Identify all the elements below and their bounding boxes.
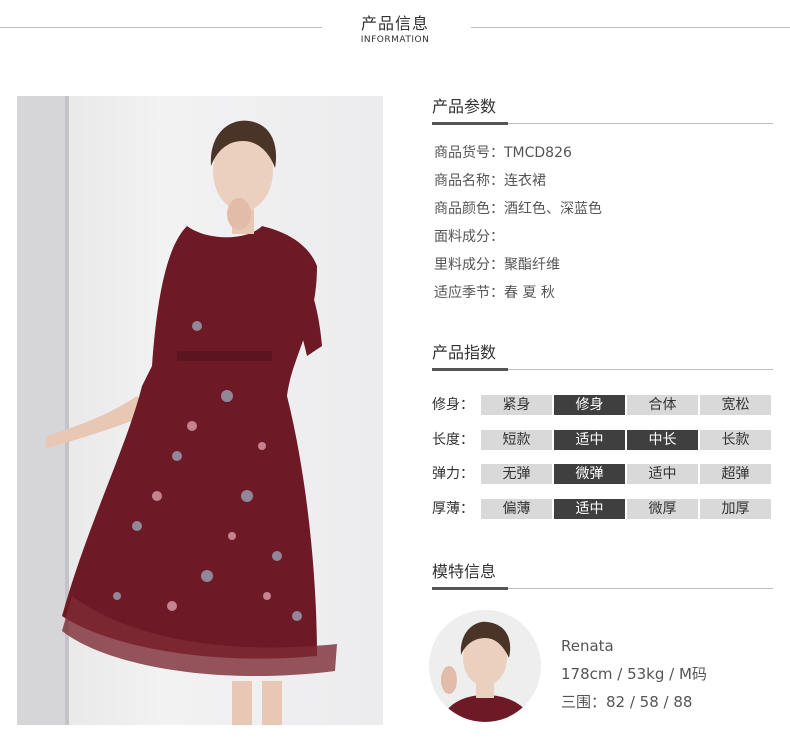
param-label: 商品货号 <box>434 145 490 161</box>
param-row-season: 适应季节：春 夏 秋 <box>434 285 555 301</box>
index-option: 长款 <box>700 430 771 450</box>
index-label-stretch: 弹力： <box>432 466 474 482</box>
params-title: 产品参数 <box>432 97 497 116</box>
param-row-color: 商品颜色：酒红色、深蓝色 <box>434 201 602 217</box>
params-title-underline <box>432 122 508 125</box>
index-option: 无弹 <box>481 464 552 484</box>
param-row-name: 商品名称：连衣裙 <box>434 173 546 189</box>
param-value: TMCD826 <box>504 145 572 161</box>
index-option-selected: 适中 <box>554 499 625 519</box>
index-option: 紧身 <box>481 395 552 415</box>
index-label-length: 长度： <box>432 432 474 448</box>
index-option: 偏薄 <box>481 499 552 519</box>
product-photo <box>17 96 383 725</box>
param-value: 春 夏 秋 <box>504 285 555 301</box>
index-title-underline <box>432 368 508 371</box>
index-option: 加厚 <box>700 499 771 519</box>
index-title-rule <box>508 369 773 370</box>
index-option-selected: 适中 <box>554 430 625 450</box>
index-option: 超弹 <box>700 464 771 484</box>
params-title-rule <box>508 123 773 124</box>
model-measurements: 三围：82 / 58 / 88 <box>561 693 693 711</box>
model-photo-illustration <box>17 96 337 725</box>
index-option: 微厚 <box>627 499 698 519</box>
index-label-thickness: 厚薄： <box>432 501 474 517</box>
param-value: 连衣裙 <box>504 173 546 189</box>
index-label-fit: 修身： <box>432 397 474 413</box>
param-label: 适应季节 <box>434 285 490 301</box>
model-stats: 178cm / 53kg / M码 <box>561 665 707 683</box>
index-option: 短款 <box>481 430 552 450</box>
model-title-underline <box>432 587 508 590</box>
index-option: 适中 <box>627 464 698 484</box>
param-row-sku: 商品货号：TMCD826 <box>434 145 572 161</box>
model-avatar <box>429 610 541 722</box>
model-title-rule <box>508 588 773 589</box>
header-subtitle: INFORMATION <box>360 35 430 45</box>
param-label: 商品名称 <box>434 173 490 189</box>
index-option: 宽松 <box>700 395 771 415</box>
header-title: 产品信息 <box>360 14 429 33</box>
param-label: 里料成分 <box>434 257 490 273</box>
model-name: Renata <box>561 637 614 655</box>
section-header: 产品信息 INFORMATION <box>0 14 790 46</box>
model-title: 模特信息 <box>432 562 497 581</box>
index-option-selected: 修身 <box>554 395 625 415</box>
param-row-lining: 里料成分：聚酯纤维 <box>434 257 560 273</box>
index-option: 合体 <box>627 395 698 415</box>
index-title: 产品指数 <box>432 343 497 362</box>
param-value: 聚酯纤维 <box>504 257 560 273</box>
index-option-selected: 中长 <box>627 430 698 450</box>
model-avatar-illustration <box>429 610 541 722</box>
index-option-selected: 微弹 <box>554 464 625 484</box>
param-value: 酒红色、深蓝色 <box>504 201 602 217</box>
param-label: 面料成分 <box>434 229 490 245</box>
param-row-fabric: 面料成分： <box>434 229 504 245</box>
param-label: 商品颜色 <box>434 201 490 217</box>
